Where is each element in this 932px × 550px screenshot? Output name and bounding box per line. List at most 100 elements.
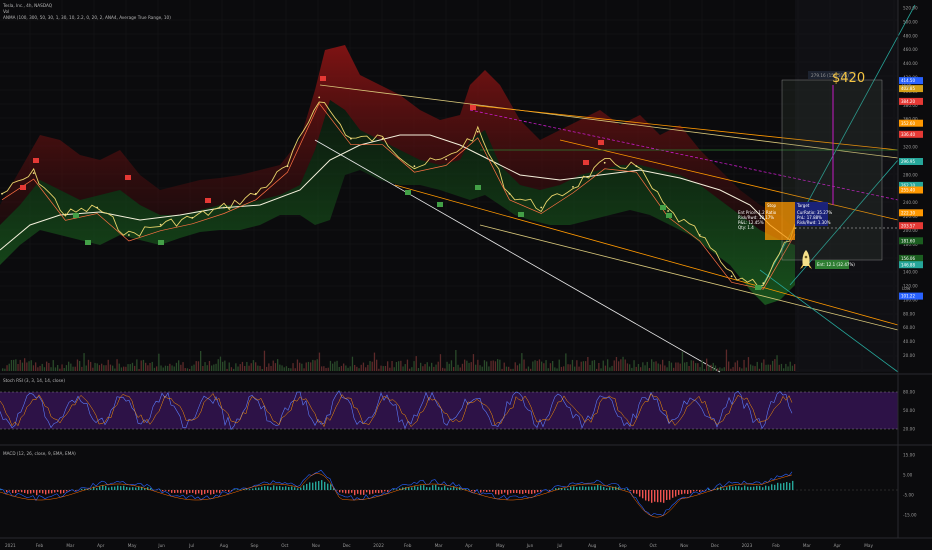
macd-histogram-bar [135, 487, 137, 491]
macd-histogram-bar [66, 490, 68, 492]
volume-bar [664, 365, 666, 371]
volume-bar [492, 360, 494, 371]
macd-histogram-bar [318, 481, 320, 491]
volume-bar [763, 359, 765, 371]
volume-bar [534, 360, 536, 371]
volume-bar [655, 361, 657, 371]
volume-bar [30, 360, 32, 371]
volume-bar [112, 365, 114, 371]
volume-bar [241, 361, 244, 371]
volume-bar [164, 365, 167, 371]
volume-bar [422, 366, 424, 371]
chart-title: Tesla, Inc., 4h, NASDAQ [2, 3, 53, 8]
macd-histogram-bar [360, 490, 362, 495]
volume-bar [767, 364, 769, 371]
volume-bar [35, 362, 37, 371]
macd-histogram-bar [303, 485, 305, 490]
buy-signal-marker [755, 285, 761, 290]
price-axis-label: 440.00 [903, 61, 918, 66]
sell-signal-marker [205, 198, 211, 203]
time-axis-label: Feb [772, 543, 780, 548]
volume-bar [222, 361, 224, 371]
price-tag: 156.06 [899, 254, 923, 262]
macd-histogram-bar [165, 490, 167, 491]
buy-signal-marker [666, 213, 672, 218]
volume-bar [140, 360, 142, 371]
macd-histogram-bar [726, 487, 728, 491]
volume-bar [158, 353, 160, 371]
volume-bar [501, 368, 503, 371]
volume-bar [631, 367, 633, 371]
macd-histogram-bar [330, 484, 332, 490]
volume-bar [338, 367, 340, 371]
volume-bar [547, 368, 549, 371]
volume-bar [206, 365, 208, 371]
macd-histogram-bar [744, 485, 746, 490]
volume-bar [323, 366, 325, 371]
macd-histogram-bar [354, 490, 356, 496]
price-point [445, 158, 447, 161]
time-axis[interactable]: 2021 Feb Mar Apr May Jun Jul Aug Sep Oct Nov Dec 202… [5, 543, 873, 548]
volume-bar [101, 363, 103, 371]
macd-histogram-bar [132, 487, 134, 490]
volume-bar [226, 368, 228, 371]
volume-bar [640, 367, 642, 371]
volume-bar [376, 359, 378, 371]
price-point [381, 137, 384, 140]
volume-bar [736, 360, 739, 371]
volume-bar [387, 361, 389, 371]
volume-bar [607, 359, 609, 371]
macd-histogram-bar [204, 490, 206, 494]
volume-bar [644, 365, 646, 371]
time-axis-label: 2022 [373, 543, 384, 548]
time-axis-label: Mar [66, 543, 74, 548]
macd-axis-label: -15.00 [903, 513, 917, 518]
volume-bar [39, 365, 41, 371]
volume-bar [675, 362, 677, 371]
volume-bar [677, 362, 679, 371]
volume-bar [299, 362, 301, 371]
volume-bar [697, 363, 699, 371]
volume-bar [703, 368, 706, 371]
macd-histogram-bar [378, 490, 380, 494]
macd-histogram-bar [495, 490, 497, 495]
macd-histogram-bar [702, 490, 704, 491]
price-axis-label: 280.00 [903, 172, 918, 177]
price-axis-label: 240.00 [903, 200, 918, 205]
macd-histogram-bar [582, 486, 584, 491]
macd-histogram-bar [405, 487, 407, 490]
volume-bar [61, 364, 63, 371]
tesla-price-chart[interactable]: 279.16 (156.31%) $420 Stop Target CurRat… [0, 0, 932, 550]
volume-bar [13, 359, 15, 371]
macd-histogram-bar [321, 480, 323, 490]
macd-histogram-bar [483, 490, 485, 492]
macd-histogram-bar [33, 490, 35, 493]
macd-histogram-bar [420, 485, 422, 491]
volume-label: Vol [3, 9, 9, 14]
volume-bar [200, 351, 202, 371]
volume-bar [415, 356, 417, 371]
svg-text:146.88: 146.88 [901, 262, 915, 267]
price-point [286, 165, 289, 168]
volume-bar [103, 365, 105, 371]
volume-bar [277, 359, 279, 371]
macd-histogram-bar [579, 486, 581, 490]
price-point [254, 192, 257, 195]
macd-histogram-bar [90, 489, 92, 490]
macd-histogram-bar [594, 486, 596, 490]
volume-bar [127, 364, 129, 371]
macd-histogram-bar [597, 485, 599, 490]
price-axis[interactable]: 520.00500.00480.00460.00440.00420.00400.… [903, 6, 918, 359]
macd-histogram-bar [42, 490, 44, 494]
volume-bar [494, 361, 497, 371]
macd-histogram-bar [9, 490, 11, 491]
volume-bar [167, 365, 169, 371]
volume-bar [307, 361, 310, 371]
price-point [413, 165, 416, 168]
macd-histogram-bar [207, 490, 209, 493]
volume-bar [28, 361, 30, 371]
volume-bar [576, 360, 578, 371]
volume-bar [369, 361, 371, 371]
volume-bar [310, 362, 312, 371]
position-summary: Ent: 12.1 (32.47%) [817, 262, 855, 267]
